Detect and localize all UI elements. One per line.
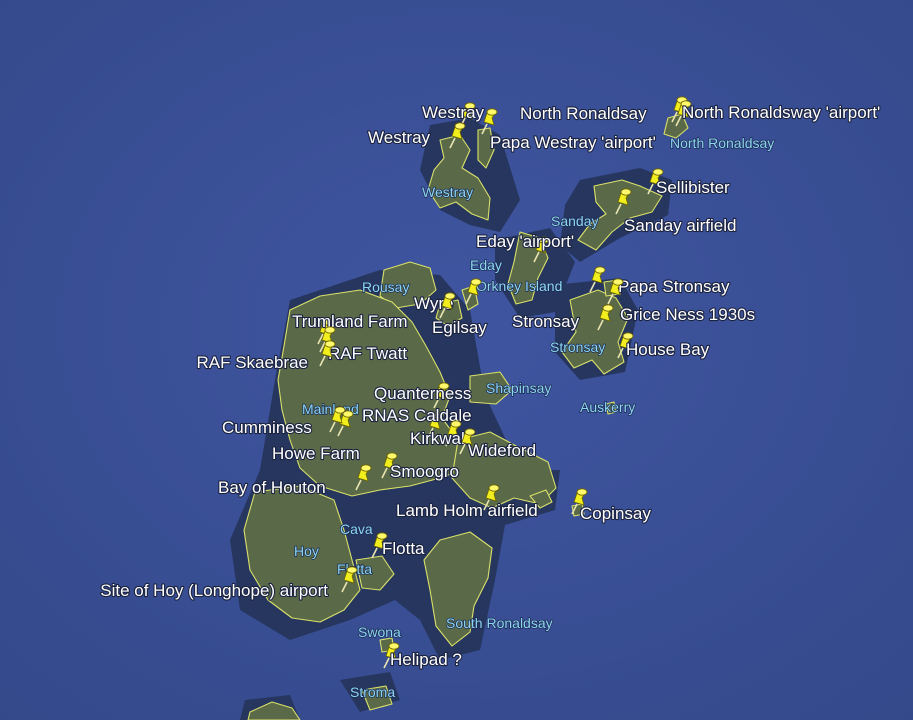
placemark-label[interactable]: North Ronaldsay <box>519 103 648 124</box>
placemark-label[interactable]: Sellibister <box>655 177 731 198</box>
island-label-cava: Cava <box>340 521 373 537</box>
placemark-label[interactable]: Sanday airfield <box>623 215 738 236</box>
placemark-label[interactable]: Smoogro <box>389 461 460 482</box>
island-label-swona: Swona <box>358 624 401 640</box>
placemark-label[interactable]: Howe Farm <box>271 443 361 464</box>
placemark-label[interactable]: RAF Twatt <box>327 343 409 364</box>
placemark-label[interactable]: Bay of Houton <box>217 477 327 498</box>
placemark-label[interactable]: Grice Ness 1930s <box>619 304 756 325</box>
placemark-label[interactable]: Copinsay <box>579 503 653 524</box>
placemark-label[interactable]: Flotta <box>381 538 426 559</box>
placemark-label[interactable]: Papa Westray 'airport' <box>489 132 657 153</box>
satellite-map[interactable]: North Ronaldsay Westray Sanday Eday Rousay Or… <box>0 0 913 720</box>
island-label-rousay: Rousay <box>362 279 409 295</box>
island-label-south-ronaldsay: South Ronaldsay <box>446 615 553 631</box>
island-label-sanday: Sanday <box>551 213 598 229</box>
placemark-label[interactable]: Westray <box>421 102 486 123</box>
placemark-label[interactable]: Westray <box>367 127 432 148</box>
placemark-label[interactable]: Cumminess <box>221 417 313 438</box>
island-label-westray: Westray <box>422 184 473 200</box>
placemark-label[interactable]: RAF Skaebrae <box>195 352 309 373</box>
island-label-eday: Eday <box>470 257 502 273</box>
island-label-north-ronaldsay: North Ronaldsay <box>670 135 774 151</box>
placemark-label[interactable]: North Ronaldsway 'airport' <box>681 102 882 123</box>
island-label-stronsay: Stronsay <box>550 339 605 355</box>
island-label-hoy: Hoy <box>294 543 319 559</box>
placemark-label[interactable]: Quanterness <box>373 383 473 404</box>
island-label-stroma: Stroma <box>350 684 395 700</box>
placemark-label[interactable]: Eday 'airport' <box>475 231 575 252</box>
island-label-orkney-island: Orkney Island <box>476 278 562 294</box>
placemark-label[interactable]: Stronsay <box>511 311 581 332</box>
island-label-shapinsay: Shapinsay <box>486 380 551 396</box>
placemark-label[interactable]: Trumland Farm <box>291 311 409 332</box>
placemark-label[interactable]: House Bay <box>625 339 711 360</box>
placemark-label[interactable]: Egilsay <box>431 317 489 338</box>
placemark-label[interactable]: Site of Hoy (Longhope) airport <box>99 580 329 601</box>
placemark-label[interactable]: Helipad ? <box>389 649 463 670</box>
island-label-auskerry: Auskerry <box>580 399 635 415</box>
placemark-label[interactable]: Kirkwall <box>409 428 470 449</box>
placemark-label[interactable]: Lamb Holm airfield <box>395 500 539 521</box>
map-canvas[interactable]: North Ronaldsay Westray Sanday Eday Rousay Or… <box>0 0 913 720</box>
placemark-label[interactable]: Papa Stronsay <box>617 276 731 297</box>
placemark-label[interactable]: Wideford <box>467 440 537 461</box>
